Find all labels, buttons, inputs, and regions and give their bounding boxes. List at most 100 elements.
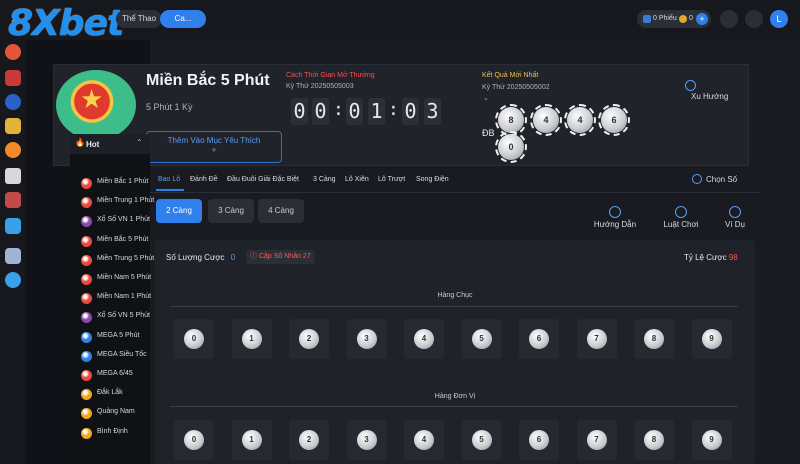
example-icon — [729, 206, 741, 218]
units-digit-cell[interactable]: 4 — [404, 420, 444, 460]
timer-digit: 0 — [291, 98, 308, 125]
units-digit-cell[interactable]: 9 — [691, 420, 732, 460]
tens-digit-cell[interactable]: 2 — [289, 319, 329, 359]
lottery-icon[interactable] — [5, 94, 21, 110]
game-icon — [81, 370, 92, 381]
choose-number-button[interactable]: Chọn Số — [706, 175, 737, 184]
tens-digit-cell[interactable]: 3 — [346, 319, 387, 359]
timer-digit: 3 — [424, 98, 441, 125]
tab-lo-truot[interactable]: Lô Trượt — [378, 176, 405, 183]
tens-digit-cell[interactable]: 8 — [634, 319, 674, 359]
digit-ball: 6 — [529, 430, 549, 450]
wallet-balance[interactable]: 0 Phiếu 0 + — [637, 10, 711, 28]
latest-result-title: Kết Quả Mới Nhất — [482, 72, 539, 79]
gamepad-icon[interactable] — [5, 168, 21, 184]
pair-multiplier-label: Cặp Số Nhân 27 — [258, 253, 311, 260]
pair-multiplier-badge: ⓘ Cặp Số Nhân 27 — [246, 250, 315, 264]
hot-label: Hot — [86, 140, 100, 149]
choose-number-icon[interactable] — [692, 174, 702, 184]
timer-digit: 1 — [368, 98, 385, 125]
side-menu-label: MEGA 6/45 — [97, 370, 133, 377]
casino-icon[interactable] — [5, 70, 21, 86]
digit-ball: 7 — [586, 430, 607, 450]
add-favorite-button[interactable]: Thêm Vào Mục Yêu Thích + — [146, 131, 282, 163]
side-menu-label: Miền Nam 1 Phút — [97, 293, 152, 301]
units-digit-cell[interactable]: 6 — [519, 420, 559, 460]
odds-ratio-value: 98 — [728, 253, 738, 262]
tab-sports[interactable]: Thể Thao — [116, 10, 162, 28]
tens-digit-cell[interactable]: 6 — [519, 319, 559, 359]
digit-ball: 3 — [356, 329, 377, 349]
hot-category-header[interactable]: 🔥 Hot ⌃ — [70, 134, 150, 154]
rules-icon — [675, 206, 687, 218]
cockfight-icon[interactable] — [5, 192, 21, 208]
latest-result-period: Kỳ Thứ 20250505002 — [482, 84, 550, 91]
trend-chart-icon[interactable] — [685, 80, 696, 91]
side-menu-label: Miền Nam 5 Phút — [97, 274, 152, 281]
brand-logo[interactable]: 8Xbet — [8, 4, 124, 44]
promo-icon[interactable] — [5, 218, 21, 234]
trend-link[interactable]: Xu Hướng — [691, 92, 728, 101]
units-digit-cell[interactable]: 7 — [576, 420, 617, 460]
tab-bao-lo[interactable]: Bao Lô — [158, 176, 180, 183]
four-cang-button[interactable]: 4 Càng — [258, 199, 304, 223]
tab-3-cang[interactable]: 3 Càng — [313, 176, 336, 183]
units-digit-cell[interactable]: 1 — [231, 420, 272, 460]
digit-ball: 2 — [299, 430, 319, 450]
tens-digit-cell[interactable]: 5 — [461, 319, 502, 359]
rules-button[interactable]: Luật Chơi — [660, 206, 702, 229]
tens-digit-cell[interactable]: 0 — [174, 319, 214, 359]
three-cang-button[interactable]: 3 Càng — [208, 199, 254, 223]
star-icon: ★ — [80, 84, 104, 114]
tab-danh-de[interactable]: Đánh Đề — [190, 176, 218, 183]
odds-ratio-label: Tỷ Lệ Cược 98 — [684, 253, 738, 262]
result-ball: 6 — [598, 104, 630, 136]
guide-button[interactable]: Hướng Dẫn — [590, 206, 640, 229]
settings-gear-icon[interactable] — [5, 272, 21, 288]
timer-colon: : — [333, 99, 344, 120]
user-avatar[interactable]: L — [770, 10, 788, 28]
units-digit-cell[interactable]: 5 — [461, 420, 502, 460]
example-label: Ví Dụ — [724, 220, 745, 229]
cards-icon[interactable] — [5, 118, 21, 134]
notification-bell-icon[interactable] — [745, 10, 763, 28]
chevron-up-icon[interactable]: ⌃ — [136, 138, 143, 147]
lottery-game-logo: ★ — [56, 70, 136, 140]
units-digit-cell[interactable]: 3 — [346, 420, 387, 460]
tens-digit-cell[interactable]: 4 — [404, 319, 444, 359]
digit-ball: 0 — [184, 329, 204, 349]
fishing-icon[interactable] — [5, 142, 21, 158]
digit-ball: 9 — [701, 430, 722, 450]
result-ball: 4 — [530, 104, 562, 136]
two-cang-button[interactable]: 2 Càng — [156, 199, 202, 223]
countdown-period: Kỳ Thứ 20250505003 — [286, 83, 354, 90]
tens-digit-cell[interactable]: 7 — [576, 319, 617, 359]
side-menu-label: Miền Bắc 5 Phút — [97, 235, 149, 243]
tab-lo-xien[interactable]: Lô Xiên — [345, 176, 369, 183]
side-menu-label: Đắk Lắk — [97, 389, 123, 397]
digit-ball: 4 — [414, 329, 434, 349]
tab-song-dien[interactable]: Song Điện — [416, 176, 449, 183]
digit-ball: 0 — [184, 430, 204, 450]
divider — [170, 406, 738, 407]
sports-icon[interactable] — [5, 44, 21, 60]
units-digit-cell[interactable]: 0 — [174, 420, 214, 460]
period-chevron-icon[interactable]: ⌄ — [483, 94, 489, 102]
tens-digit-cell[interactable]: 1 — [231, 319, 272, 359]
side-menu-label: MEGA 5 Phút — [97, 331, 140, 339]
units-digit-cell[interactable]: 8 — [634, 420, 674, 460]
digit-ball: 6 — [529, 329, 549, 349]
deposit-plus-button[interactable]: + — [696, 13, 708, 25]
digit-ball: 3 — [356, 430, 377, 450]
money-bag-icon[interactable] — [720, 10, 738, 28]
warning-icon: ⓘ — [250, 253, 257, 260]
tab-casino[interactable]: Ca... — [160, 10, 206, 28]
result-ball: 0 — [495, 131, 527, 163]
units-digit-cell[interactable]: 2 — [289, 420, 329, 460]
game-icon — [81, 178, 92, 189]
side-menu-label: Quảng Nam — [97, 408, 135, 416]
tens-digit-cell[interactable]: 9 — [691, 319, 732, 359]
gift-icon[interactable] — [5, 248, 21, 264]
tab-dau-duoi[interactable]: Đầu Đuôi Giải Đặc Biệt — [227, 176, 299, 183]
example-button[interactable]: Ví Dụ — [718, 206, 752, 229]
